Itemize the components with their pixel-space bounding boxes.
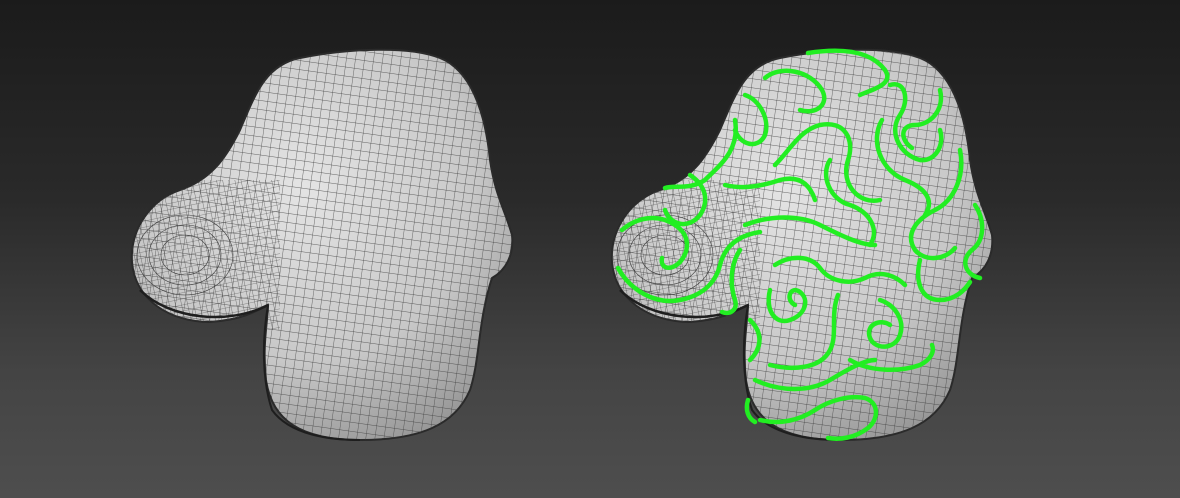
nose-mesh-with-curves[interactable] — [600, 40, 1000, 450]
3d-viewport[interactable] — [0, 0, 1180, 498]
nose-mesh-wireframe[interactable] — [120, 40, 520, 450]
viewport-canvas — [120, 40, 1000, 450]
